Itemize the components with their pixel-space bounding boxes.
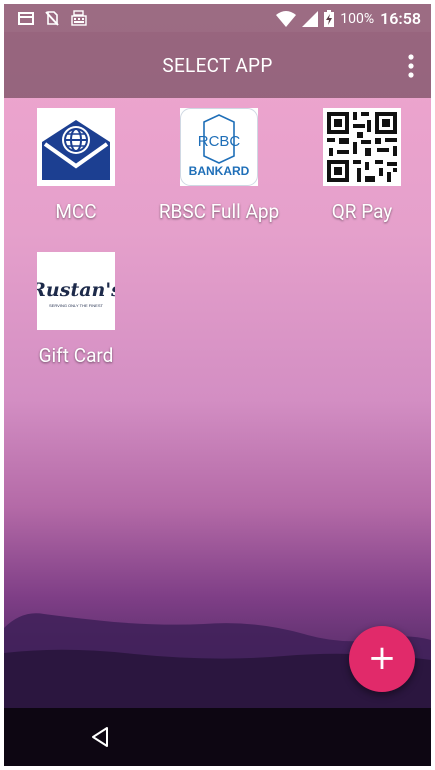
no-sim-icon xyxy=(45,11,59,26)
status-bar: 100% 16:58 xyxy=(4,4,431,32)
page-title: SELECT APP xyxy=(162,54,273,77)
clock: 16:58 xyxy=(380,9,421,28)
app-tile-rbsc[interactable]: RCBC BANKARD RBSC Full App xyxy=(154,108,284,223)
qr-code-icon xyxy=(323,108,401,186)
navigation-bar xyxy=(4,708,431,766)
app-label: QR Pay xyxy=(331,200,393,223)
battery-charging-icon xyxy=(324,10,335,27)
app-tile-mcc[interactable]: MCC xyxy=(11,108,141,223)
device-screen: 100% 16:58 SELECT APP MCC RCBC BANKARD R… xyxy=(4,4,431,766)
add-app-button[interactable]: + xyxy=(349,626,415,692)
mcc-logo xyxy=(37,108,115,186)
battery-percentage: 100% xyxy=(340,10,375,27)
status-right-icons: 100% 16:58 xyxy=(276,9,421,28)
wifi-icon xyxy=(276,10,297,27)
app-bar: SELECT APP xyxy=(4,32,431,98)
app-tile-qr-pay[interactable]: QR Pay xyxy=(297,108,427,223)
back-icon[interactable] xyxy=(88,725,112,749)
cash-register-icon xyxy=(71,10,87,26)
bankard-logo-text: BANKARD xyxy=(189,164,250,178)
rcbc-logo-text: RCBC xyxy=(198,133,241,150)
rustans-logo-text: Rustan's xyxy=(37,279,115,301)
status-left-icons xyxy=(18,10,88,26)
app-tile-gift-card[interactable]: Rustan's SERVING ONLY THE FINEST Gift Ca… xyxy=(11,252,141,367)
signal-icon xyxy=(302,10,319,27)
app-label: Gift Card xyxy=(38,344,114,367)
rustans-logo-subtext: SERVING ONLY THE FINEST xyxy=(49,303,103,308)
add-icon: + xyxy=(367,638,397,678)
rcbc-bankard-logo: RCBC BANKARD xyxy=(180,108,258,186)
more-vert-icon[interactable] xyxy=(405,54,417,78)
rustans-logo: Rustan's SERVING ONLY THE FINEST xyxy=(37,252,115,330)
card-icon xyxy=(18,11,34,25)
app-label: RBSC Full App xyxy=(158,200,280,223)
app-label: MCC xyxy=(55,200,97,223)
